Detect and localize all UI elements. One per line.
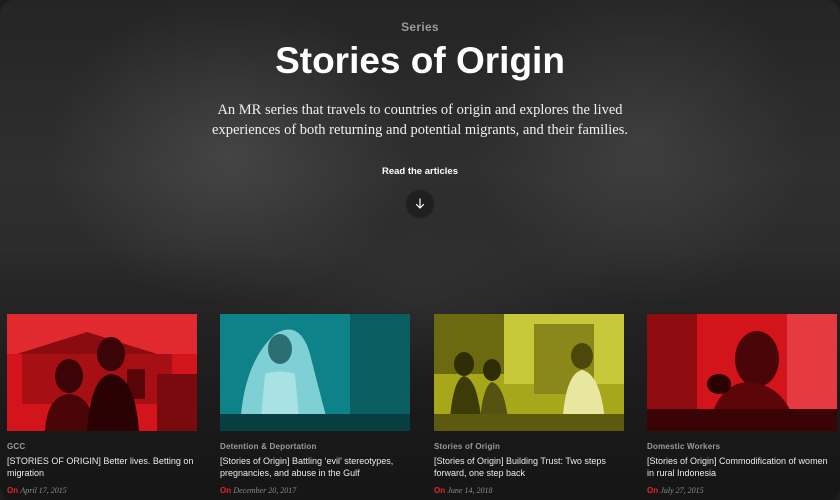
article-date: June 14, 2018 (447, 486, 493, 495)
series-label: Series (401, 20, 439, 34)
article-date: July 27, 2015 (660, 486, 704, 495)
article-title[interactable]: [Stories of Origin] Commodification of w… (647, 455, 837, 479)
scroll-down-button[interactable] (406, 190, 434, 218)
article-date: April 17, 2015 (20, 486, 67, 495)
article-card[interactable]: Stories of Origin [Stories of Origin] Bu… (434, 314, 624, 495)
article-thumbnail[interactable] (647, 314, 837, 431)
article-category[interactable]: Detention & Deportation (220, 442, 410, 451)
article-meta: On December 20, 2017 (220, 486, 296, 495)
date-prefix: On (7, 486, 19, 495)
article-meta: On July 27, 2015 (647, 486, 704, 495)
article-thumbnail[interactable] (7, 314, 197, 431)
article-category[interactable]: GCC (7, 442, 197, 451)
article-thumbnail[interactable] (434, 314, 624, 431)
article-image (220, 314, 410, 431)
page-title: Stories of Origin (275, 40, 565, 81)
date-prefix: On (434, 486, 446, 495)
article-thumbnail[interactable] (220, 314, 410, 431)
article-card[interactable]: Domestic Workers [Stories of Origin] Com… (647, 314, 837, 495)
article-title[interactable]: [Stories of Origin] Battling ‘evil’ ster… (220, 455, 410, 479)
article-card[interactable]: Detention & Deportation [Stories of Orig… (220, 314, 410, 495)
date-prefix: On (647, 486, 659, 495)
article-title[interactable]: [Stories of Origin] Building Trust: Two … (434, 455, 624, 479)
article-meta: On April 17, 2015 (7, 486, 67, 495)
article-date: December 20, 2017 (233, 486, 297, 495)
article-category[interactable]: Stories of Origin (434, 442, 624, 451)
article-category[interactable]: Domestic Workers (647, 442, 837, 451)
article-image (434, 314, 624, 431)
article-image (7, 314, 197, 431)
article-card[interactable]: GCC [STORIES OF ORIGIN] Better lives. Be… (7, 314, 197, 495)
series-description: An MR series that travels to countries o… (212, 102, 628, 138)
date-prefix: On (220, 486, 232, 495)
page-frame: Series Stories of Origin An MR series th… (0, 0, 840, 500)
arrow-down-icon (415, 198, 425, 209)
article-image (647, 314, 837, 431)
article-title[interactable]: [STORIES OF ORIGIN] Better lives. Bettin… (7, 455, 197, 479)
article-meta: On June 14, 2018 (434, 486, 492, 495)
read-articles-link[interactable]: Read the articles (0, 166, 840, 177)
